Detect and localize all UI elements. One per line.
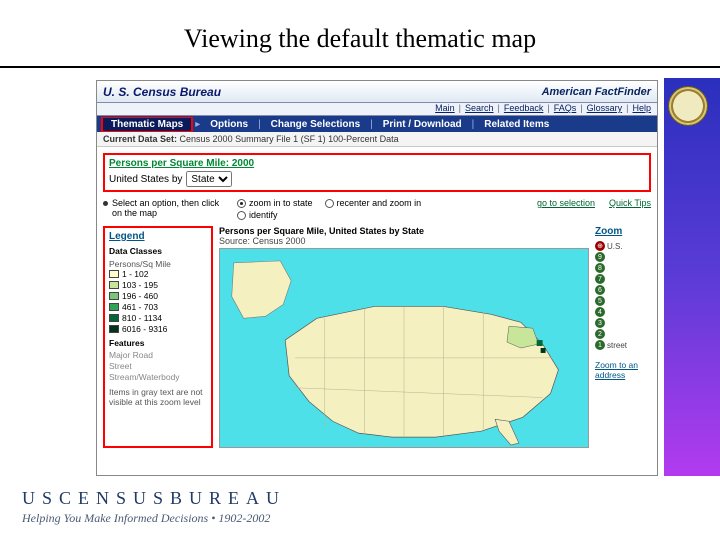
options-hint: Select an option, then click on the map	[112, 198, 225, 218]
tab-options[interactable]: Options	[202, 118, 256, 131]
radio-identify[interactable]	[237, 211, 246, 220]
zoom-step[interactable]: 2	[595, 329, 605, 339]
zoom-step[interactable]: 7	[595, 274, 605, 284]
slide-title: Viewing the default thematic map	[0, 0, 720, 66]
zoom-dot-icon: 3	[595, 318, 605, 328]
zoom-dot-icon: ⊕	[595, 241, 605, 251]
radio-zoom-in[interactable]	[237, 199, 246, 208]
zoom-dot-icon: 5	[595, 296, 605, 306]
dataset-row: Current Data Set: Census 2000 Summary Fi…	[97, 132, 657, 147]
us-map-icon	[220, 249, 588, 447]
legend-feature: Major Road	[109, 350, 207, 360]
zoom-step[interactable]: 9	[595, 252, 605, 262]
quick-tips-link[interactable]: Quick Tips	[609, 198, 651, 208]
zoom-dot-icon: 7	[595, 274, 605, 284]
legend-class-row: 6016 - 9316	[109, 324, 207, 334]
nav-help[interactable]: Help	[632, 103, 651, 113]
zoom-dot-icon: 1	[595, 340, 605, 350]
zoom-dot-icon: 2	[595, 329, 605, 339]
zoom-panel: Zoom ⊕U.S.987654321street Zoom to an add…	[595, 226, 651, 448]
zoom-step[interactable]: 4	[595, 307, 605, 317]
tab-thematic-maps[interactable]: Thematic Maps	[103, 118, 191, 131]
active-tab-highlight: Thematic Maps	[101, 117, 193, 132]
legend-class-row: 810 - 1134	[109, 313, 207, 323]
slide-footer: USCENSUSBUREAU Helping You Make Informed…	[22, 488, 286, 526]
zoom-step[interactable]: 6	[595, 285, 605, 295]
main-content-row: Legend Data Classes Persons/Sq Mile 1 - …	[97, 226, 657, 448]
site-header: U. S. Census Bureau American FactFinder	[97, 81, 657, 103]
zoom-step[interactable]: ⊕U.S.	[595, 241, 623, 251]
legend-note: Items in gray text are not visible at th…	[109, 388, 207, 408]
tab-bar: Thematic Maps ▸ Options | Change Selecti…	[97, 116, 657, 132]
dataset-value: Census 2000 Summary File 1 (SF 1) 100-Pe…	[180, 134, 399, 144]
top-utility-nav: Main| Search| Feedback| FAQs| Glossary| …	[97, 103, 657, 116]
radio-recenter[interactable]	[325, 199, 334, 208]
legend-title: Legend	[109, 231, 207, 242]
footer-tagline: Helping You Make Informed Decisions • 19…	[22, 511, 286, 526]
nav-glossary[interactable]: Glossary	[587, 103, 623, 113]
features-heading: Features	[109, 338, 207, 348]
footer-brand: USCENSUSBUREAU	[22, 488, 286, 509]
thematic-map[interactable]	[219, 248, 589, 448]
nav-search[interactable]: Search	[465, 103, 494, 113]
zoom-step[interactable]: 1street	[595, 340, 627, 350]
zoom-title: Zoom	[595, 226, 651, 237]
zoom-dot-icon: 9	[595, 252, 605, 262]
legend-range: 810 - 1134	[122, 313, 162, 323]
legend-swatch	[109, 281, 119, 289]
tab-change-selections[interactable]: Change Selections	[263, 118, 368, 131]
map-action-radios: zoom in to state identify	[237, 198, 313, 220]
options-row: Select an option, then click on the map …	[97, 194, 657, 226]
legend-feature: Stream/Waterbody	[109, 372, 207, 382]
title-rule	[0, 66, 720, 68]
theme-selection-highlight: Persons per Square Mile: 2000 United Sta…	[103, 153, 651, 192]
legend-class-row: 1 - 102	[109, 269, 207, 279]
tab-print-download[interactable]: Print / Download	[375, 118, 470, 131]
site-brand: U. S. Census Bureau	[103, 85, 221, 99]
geo-label: United States by	[109, 174, 182, 185]
zoom-step[interactable]: 3	[595, 318, 605, 328]
decorative-gradient-bar	[664, 78, 720, 476]
nav-main[interactable]: Main	[435, 103, 455, 113]
legend-range: 103 - 195	[122, 280, 158, 290]
geo-select[interactable]: State	[186, 171, 232, 187]
legend-range: 1 - 102	[122, 269, 148, 279]
legend-range: 6016 - 9316	[122, 324, 167, 334]
map-source: Source: Census 2000	[219, 236, 306, 246]
legend-swatch	[109, 292, 119, 300]
legend-swatch	[109, 270, 119, 278]
nav-faqs[interactable]: FAQs	[554, 103, 577, 113]
theme-title-link[interactable]: Persons per Square Mile: 2000	[109, 158, 254, 169]
data-classes-heading: Data Classes	[109, 246, 207, 256]
legend-panel-highlight: Legend Data Classes Persons/Sq Mile 1 - …	[103, 226, 213, 448]
nav-feedback[interactable]: Feedback	[504, 103, 544, 113]
tab-related-items[interactable]: Related Items	[476, 118, 557, 131]
zoom-step[interactable]: 8	[595, 263, 605, 273]
census-seal-icon	[668, 86, 708, 126]
zoom-dot-icon: 8	[595, 263, 605, 273]
factfinder-screenshot: U. S. Census Bureau American FactFinder …	[96, 80, 658, 476]
bullet-icon	[103, 201, 108, 206]
data-classes-unit: Persons/Sq Mile	[109, 259, 207, 269]
go-to-selection-link[interactable]: go to selection	[537, 198, 595, 208]
legend-class-row: 103 - 195	[109, 280, 207, 290]
legend-swatch	[109, 325, 119, 333]
zoom-to-address-link[interactable]: Zoom to an address	[595, 360, 651, 380]
legend-range: 461 - 703	[122, 302, 158, 312]
zoom-step[interactable]: 5	[595, 296, 605, 306]
zoom-dot-icon: 6	[595, 285, 605, 295]
dataset-label: Current Data Set:	[103, 134, 177, 144]
legend-range: 196 - 460	[122, 291, 158, 301]
legend-class-row: 461 - 703	[109, 302, 207, 312]
product-name: American FactFinder	[542, 86, 651, 98]
legend-feature: Street	[109, 361, 207, 371]
legend-class-row: 196 - 460	[109, 291, 207, 301]
map-title: Persons per Square Mile, United States b…	[219, 226, 589, 246]
zoom-dot-icon: 4	[595, 307, 605, 317]
legend-swatch	[109, 303, 119, 311]
legend-swatch	[109, 314, 119, 322]
